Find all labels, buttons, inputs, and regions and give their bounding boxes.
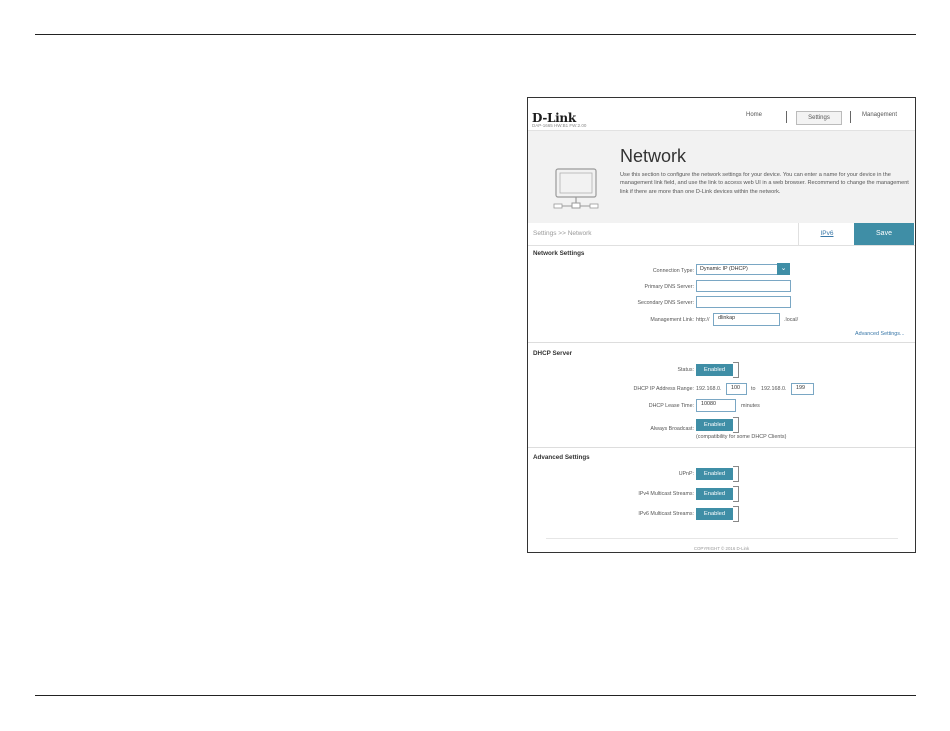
dhcp-range-end-input[interactable]: 199 (791, 383, 814, 395)
always-broadcast-toggle[interactable]: Enabled (696, 417, 739, 433)
section-title-network-settings: Network Settings (533, 250, 585, 257)
primary-dns-label: Primary DNS Server: (644, 284, 694, 290)
breadcrumb-bar: Settings >> Network IPv6 Save (528, 223, 915, 246)
toggle-enabled-label: Enabled (696, 364, 733, 376)
toggle-knob (733, 466, 739, 482)
section-divider (528, 342, 915, 343)
toggle-enabled-label: Enabled (696, 508, 733, 520)
page-description: Use this section to configure the networ… (620, 172, 909, 195)
always-broadcast-note: (compatibility for some DHCP Clients) (696, 434, 787, 440)
always-broadcast-label: Always Broadcast: (650, 426, 694, 432)
chevron-down-icon[interactable]: ⌄ (777, 263, 790, 275)
toggle-enabled-label: Enabled (696, 488, 733, 500)
management-link-suffix: .local/ (784, 317, 799, 323)
dhcp-status-toggle[interactable]: Enabled (696, 362, 739, 378)
upnp-toggle[interactable]: Enabled (696, 466, 739, 482)
ipv6-multicast-label: IPv6 Multicast Streams: (638, 511, 694, 517)
ipv6-multicast-toggle[interactable]: Enabled (696, 506, 739, 522)
ipv4-multicast-toggle[interactable]: Enabled (696, 486, 739, 502)
dhcp-lease-input[interactable]: 10080 (696, 399, 736, 412)
toggle-knob (733, 362, 739, 378)
management-link-input[interactable]: dlinkap (713, 313, 780, 326)
connection-type-label: Connection Type: (652, 268, 694, 274)
page-title: Network (620, 146, 687, 166)
breadcrumb: Settings >> Network (533, 230, 592, 237)
management-link-label: Management Link: (650, 317, 694, 323)
dhcp-lease-unit: minutes (741, 403, 760, 409)
router-ui-screenshot: D-Link DAP-1665 HW:B1 FW:2.00 Home Setti… (527, 97, 916, 553)
section-divider (528, 447, 915, 448)
footer-divider (546, 538, 898, 539)
bottom-rule (35, 695, 916, 696)
advanced-settings-link[interactable]: Advanced Settings... (855, 331, 904, 337)
nav-settings[interactable]: Settings (796, 111, 842, 125)
upnp-label: UPnP: (678, 471, 694, 477)
dhcp-lease-label: DHCP Lease Time: (648, 403, 694, 409)
primary-dns-input[interactable] (696, 280, 791, 292)
nav-home[interactable]: Home (746, 112, 762, 118)
nav-management[interactable]: Management (862, 112, 897, 118)
computer-network-icon (553, 168, 599, 209)
dhcp-range-to-label: to (751, 386, 756, 392)
dhcp-status-label: Status: (677, 367, 695, 373)
toggle-enabled-label: Enabled (696, 419, 733, 431)
save-button[interactable]: Save (854, 223, 914, 245)
dhcp-range-end-prefix: 192.168.0. (761, 386, 787, 392)
secondary-dns-input[interactable] (696, 296, 791, 308)
ipv6-link[interactable]: IPv6 (798, 223, 856, 245)
section-title-advanced-settings: Advanced Settings (533, 454, 590, 461)
dhcp-range-label: DHCP IP Address Range: (633, 386, 694, 392)
management-link-prefix: http:// (696, 317, 710, 323)
toggle-enabled-label: Enabled (696, 468, 733, 480)
ipv4-multicast-label: IPv4 Multicast Streams: (638, 491, 694, 497)
toggle-knob (733, 506, 739, 522)
top-rule (35, 34, 916, 35)
section-title-dhcp-server: DHCP Server (533, 350, 573, 357)
dhcp-range-start-input[interactable]: 100 (726, 383, 747, 395)
header: D-Link DAP-1665 HW:B1 FW:2.00 Home Setti… (528, 98, 915, 131)
secondary-dns-label: Secondary DNS Server: (637, 300, 694, 306)
dhcp-range-start-prefix: 192.168.0. (696, 386, 722, 392)
nav-separator (850, 111, 851, 123)
toggle-knob (733, 486, 739, 502)
toggle-knob (733, 417, 739, 433)
copyright: COPYRIGHT © 2016 D-Link (693, 546, 750, 551)
page-banner: Network Use this section to configure th… (528, 131, 915, 223)
model-info: DAP-1665 HW:B1 FW:2.00 (532, 123, 587, 128)
connection-type-select[interactable]: Dynamic IP (DHCP) (696, 264, 778, 275)
nav-separator (786, 111, 787, 123)
